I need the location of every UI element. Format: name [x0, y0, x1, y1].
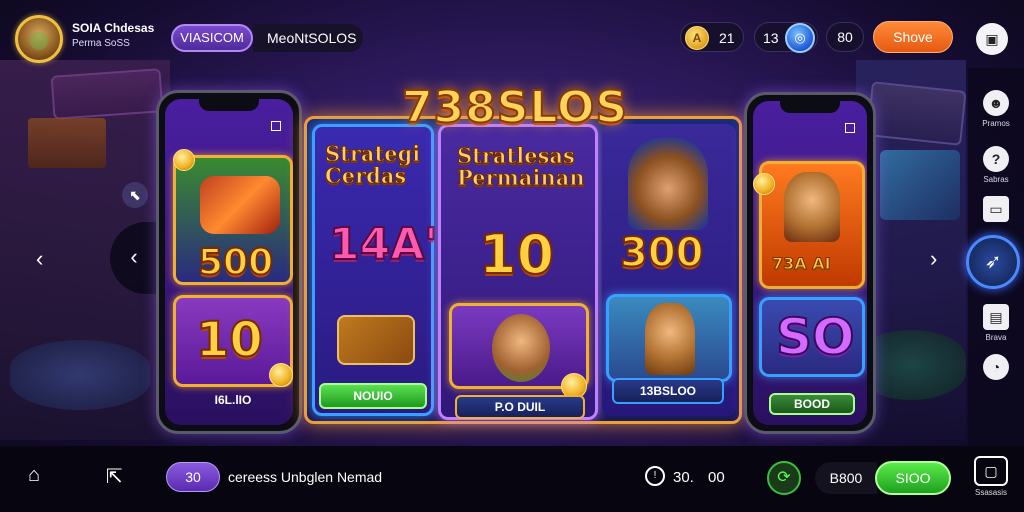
question-icon: ?: [983, 146, 1009, 172]
timer-value-secondary: 00: [708, 469, 725, 486]
card-footer: I6L.lIO: [214, 393, 252, 407]
card-title: Strategi Cerdas: [325, 141, 421, 189]
expand-icon: [271, 121, 281, 131]
pointer-icon: ⬉: [122, 182, 148, 208]
share-icon[interactable]: ⇱: [106, 464, 123, 489]
clock-icon: ◔: [983, 354, 1009, 380]
card-300[interactable]: 300 13BSLOO: [602, 124, 736, 416]
slos-button[interactable]: 13BSLOO: [612, 378, 724, 404]
window-icon[interactable]: ▢: [974, 456, 1008, 486]
mask-icon: ☻: [983, 90, 1009, 116]
card-stratlesas[interactable]: Stratlesas Permainan 10 P.O DUIL: [438, 124, 598, 420]
phone-notch: [199, 99, 259, 111]
card-so[interactable]: SO: [759, 297, 865, 377]
timer-icon: !: [645, 466, 665, 486]
coins-value: 21: [719, 30, 735, 46]
gem-icon: ◎: [785, 23, 815, 53]
top-bar: SOIA Chdesas Perma SoSS MeoNtSOLOS VIASI…: [0, 0, 1024, 66]
right-phone: 73A AI SO BOOD: [744, 92, 876, 434]
banner-title: 738SLOS: [401, 81, 629, 134]
chevron-left-icon[interactable]: ‹: [36, 246, 43, 272]
card-value: 500: [197, 241, 274, 284]
nouio-button[interactable]: NOUIO: [319, 383, 427, 409]
sidebar-item-pramos[interactable]: ☻ Pramos: [968, 90, 1024, 128]
coin-decoration: [753, 173, 775, 195]
tab-active[interactable]: VIASICOM: [171, 24, 253, 52]
gems-value: 13: [763, 30, 779, 46]
background-sign-right: [866, 81, 967, 146]
chat-icon[interactable]: ▣: [976, 23, 1008, 55]
card-500[interactable]: 500: [173, 155, 293, 285]
timer-value: 30.: [673, 469, 694, 486]
coin-decoration: [269, 363, 293, 387]
shove-button[interactable]: Shove: [873, 21, 953, 53]
background-screen: [880, 150, 960, 220]
background-sign-left: [50, 68, 164, 120]
card-value: 73A AI: [772, 254, 832, 274]
confirm-button[interactable]: SIOO: [875, 461, 951, 495]
coins-balance[interactable]: A 21: [680, 22, 744, 52]
coin-icon: A: [685, 26, 709, 50]
card-title: Stratlesas Permainan: [457, 143, 586, 191]
gems-balance[interactable]: 13 ◎: [754, 22, 818, 53]
sidebar-item-card[interactable]: ▭: [968, 196, 1024, 222]
left-phone-screen: 500 10 I6L.lIO: [165, 99, 293, 425]
right-phone-screen: 73A AI SO BOOD: [753, 101, 867, 425]
treasure-chest-art: [337, 315, 415, 365]
card-value-secondary: 10: [195, 311, 264, 369]
card-73a[interactable]: 73A AI: [759, 161, 865, 289]
level-value: 80: [826, 22, 864, 52]
brand-title: SOIA Chdesas: [72, 21, 155, 35]
sidebar-item-label: Brava: [985, 333, 1007, 342]
card-strategi[interactable]: Strategi Cerdas 14A' NOUIO: [312, 124, 439, 416]
avatar[interactable]: [15, 15, 63, 63]
sidebar-item-label: Sabras: [983, 175, 1009, 184]
viking-panel: [606, 294, 732, 382]
amount-display: B800: [815, 462, 877, 494]
leprechaun-art: [628, 138, 708, 230]
rocket-icon[interactable]: ➶: [966, 235, 1020, 289]
brand-subtitle: Perma SoSS: [72, 38, 130, 49]
card-icon: ▭: [983, 196, 1009, 222]
bood-button[interactable]: BOOD: [769, 393, 855, 415]
window-label: Ssasasis: [974, 488, 1007, 497]
jester-art: [492, 314, 550, 382]
briefcase-icon: ▤: [983, 304, 1009, 330]
refresh-icon[interactable]: ⟳: [767, 461, 801, 495]
phone-notch: [780, 101, 840, 113]
expand-icon: [845, 123, 855, 133]
bet-pill[interactable]: 30: [166, 462, 220, 492]
sidebar-item-sabras[interactable]: ? Sabras: [968, 146, 1024, 184]
viking-art: [645, 303, 695, 375]
sidebar-item-clock[interactable]: ◔: [968, 354, 1024, 380]
background-table-left: [10, 340, 150, 410]
tab-secondary[interactable]: MeoNtSOLOS: [253, 24, 363, 52]
sidebar-item-brava[interactable]: ▤ Brava: [968, 304, 1024, 342]
coin-decoration: [173, 149, 195, 171]
background-slot-machine: [28, 118, 106, 168]
card-value: 300: [619, 229, 704, 277]
card-value: 14A': [328, 218, 439, 271]
sidebar-item-label: Pramos: [982, 119, 1010, 128]
card-value: 10: [478, 222, 555, 287]
slot-reel-art: [200, 176, 280, 234]
po-duil-button[interactable]: P.O DUIL: [455, 395, 585, 419]
left-phone: 500 10 I6L.lIO: [156, 90, 302, 434]
card-value-secondary: SO: [775, 307, 856, 367]
chevron-right-icon[interactable]: ›: [930, 246, 937, 272]
status-text: cereess Unbglen Nemad: [228, 469, 383, 485]
home-icon[interactable]: ⌂: [28, 464, 40, 487]
adventurer-art: [784, 172, 840, 242]
